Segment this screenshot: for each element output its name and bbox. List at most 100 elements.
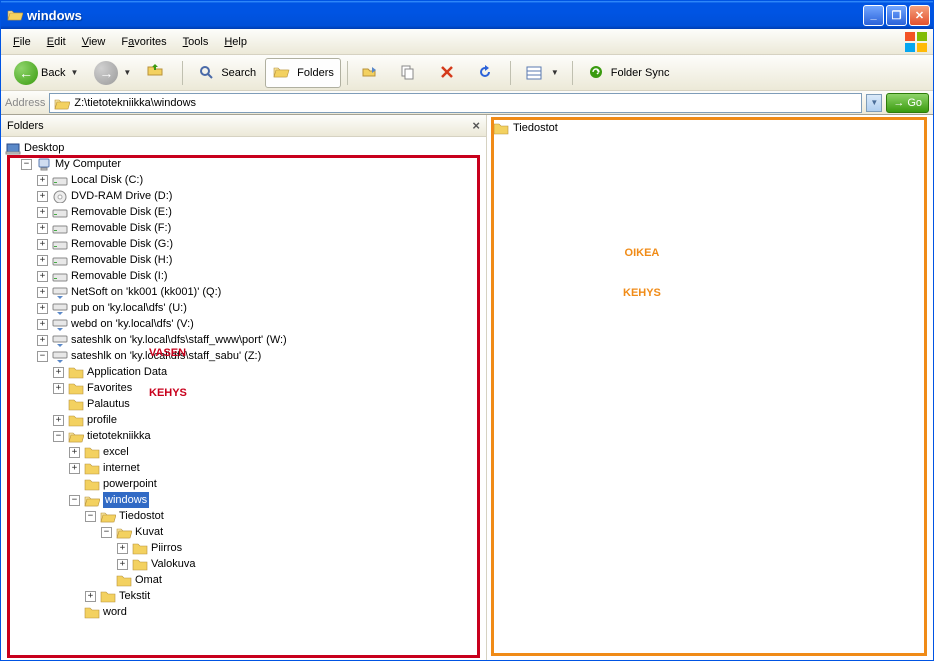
content-pane[interactable]: Tiedostot OIKEAKEHYS [487, 115, 933, 660]
tree-internet[interactable]: +internet [69, 460, 482, 476]
expand-icon[interactable]: + [53, 367, 64, 378]
collapse-icon[interactable]: − [53, 431, 64, 442]
tree-palautus[interactable]: Palautus [53, 396, 482, 412]
expand-icon[interactable]: + [85, 591, 96, 602]
expand-icon[interactable]: + [37, 239, 48, 250]
separator [572, 61, 573, 85]
tree-drive-w[interactable]: +sateshlk on 'ky.local\dfs\staff_www\por… [37, 332, 482, 348]
tree-windows[interactable]: −windows [69, 492, 482, 508]
folder-tree[interactable]: Desktop −My Computer +Local Disk (C:) +D… [1, 137, 486, 660]
tree-omat[interactable]: Omat [101, 572, 482, 588]
client-area: Folders × Desktop −My Computer +Local Di… [1, 115, 933, 660]
back-button[interactable]: ← Back ▼ [7, 57, 85, 89]
undo-button[interactable] [468, 58, 504, 88]
folders-icon [272, 62, 294, 84]
folder-open-icon [116, 525, 132, 539]
minimize-button[interactable]: _ [863, 5, 884, 26]
titlebar[interactable]: windows _ ❐ ✕ [1, 1, 933, 29]
expand-icon[interactable]: + [37, 175, 48, 186]
folders-pane: Folders × Desktop −My Computer +Local Di… [1, 115, 487, 660]
foldersync-label: Folder Sync [611, 67, 670, 79]
menu-edit[interactable]: Edit [39, 33, 74, 51]
copyto-button[interactable] [392, 58, 428, 88]
expand-icon[interactable]: + [37, 271, 48, 282]
cd-icon [52, 189, 68, 203]
expand-icon[interactable]: + [69, 463, 80, 474]
menu-tools[interactable]: Tools [175, 33, 217, 51]
tree-tiedostot[interactable]: −Tiedostot [85, 508, 482, 524]
tree-drive-e[interactable]: +Removable Disk (E:) [37, 204, 482, 220]
tree-tekstit[interactable]: +Tekstit [85, 588, 482, 604]
menu-file[interactable]: File [5, 33, 39, 51]
tree-tietotekniikka[interactable]: −tietotekniikka [53, 428, 482, 444]
copyto-icon [399, 62, 421, 84]
expand-icon[interactable]: + [117, 559, 128, 570]
tree-piirros[interactable]: +Piirros [117, 540, 482, 556]
tree-appdata[interactable]: +Application Data [53, 364, 482, 380]
collapse-icon[interactable]: − [85, 511, 96, 522]
tree-excel[interactable]: +excel [69, 444, 482, 460]
folder-icon [68, 397, 84, 411]
menu-help[interactable]: Help [216, 33, 255, 51]
close-button[interactable]: ✕ [909, 5, 930, 26]
folder-open-icon [68, 429, 84, 443]
expand-icon[interactable]: + [37, 255, 48, 266]
tree-drive-i[interactable]: +Removable Disk (I:) [37, 268, 482, 284]
collapse-icon[interactable]: − [101, 527, 112, 538]
search-button[interactable]: Search [189, 58, 263, 88]
folders-pane-title: Folders [7, 120, 472, 132]
views-button[interactable]: ▼ [517, 58, 566, 88]
sync-icon [586, 62, 608, 84]
expand-icon[interactable]: + [37, 223, 48, 234]
expand-icon[interactable]: + [37, 287, 48, 298]
tree-drive-f[interactable]: +Removable Disk (F:) [37, 220, 482, 236]
tree-drive-v[interactable]: +webd on 'ky.local\dfs' (V:) [37, 316, 482, 332]
menu-view[interactable]: View [74, 33, 114, 51]
folders-label: Folders [297, 67, 334, 79]
expand-icon[interactable]: + [37, 207, 48, 218]
tree-powerpoint[interactable]: powerpoint [69, 476, 482, 492]
address-input[interactable]: Z:\tietotekniikka\windows [49, 93, 862, 113]
tree-drive-u[interactable]: +pub on 'ky.local\dfs' (U:) [37, 300, 482, 316]
expand-icon[interactable]: + [37, 319, 48, 330]
folders-button[interactable]: Folders [265, 58, 341, 88]
expand-icon[interactable]: + [37, 303, 48, 314]
maximize-button[interactable]: ❐ [886, 5, 907, 26]
tree-valokuva[interactable]: +Valokuva [117, 556, 482, 572]
expand-icon[interactable]: + [53, 415, 64, 426]
tree-drive-d[interactable]: +DVD-RAM Drive (D:) [37, 188, 482, 204]
up-button[interactable] [140, 58, 176, 88]
undo-icon [475, 62, 497, 84]
drive-icon [52, 253, 68, 267]
close-pane-button[interactable]: × [472, 118, 480, 133]
foldersync-button[interactable]: Folder Sync [579, 58, 677, 88]
tree-drive-c[interactable]: +Local Disk (C:) [37, 172, 482, 188]
tree-drive-q[interactable]: +NetSoft on 'kk001 (kk001)' (Q:) [37, 284, 482, 300]
forward-button[interactable]: → ▼ [87, 57, 138, 89]
expand-icon[interactable]: + [37, 191, 48, 202]
tree-favorites[interactable]: +Favorites [53, 380, 482, 396]
folder-item-tiedostot[interactable]: Tiedostot [491, 119, 929, 137]
tree-profile[interactable]: +profile [53, 412, 482, 428]
collapse-icon[interactable]: − [69, 495, 80, 506]
tree-drive-g[interactable]: +Removable Disk (G:) [37, 236, 482, 252]
tree-word[interactable]: word [69, 604, 482, 620]
address-dropdown-button[interactable]: ▼ [866, 94, 882, 112]
folder-icon [84, 445, 100, 459]
menu-favorites[interactable]: Favorites [113, 33, 174, 51]
expand-icon[interactable]: + [117, 543, 128, 554]
expand-icon[interactable]: + [53, 383, 64, 394]
go-icon: → [893, 97, 904, 109]
collapse-icon[interactable]: − [37, 351, 48, 362]
tree-desktop[interactable]: Desktop [5, 140, 482, 156]
tree-kuvat[interactable]: −Kuvat [101, 524, 482, 540]
expand-icon[interactable]: + [69, 447, 80, 458]
tree-mycomputer[interactable]: −My Computer [21, 156, 482, 172]
moveto-button[interactable] [354, 58, 390, 88]
expand-icon[interactable]: + [37, 335, 48, 346]
tree-drive-h[interactable]: +Removable Disk (H:) [37, 252, 482, 268]
collapse-icon[interactable]: − [21, 159, 32, 170]
delete-button[interactable] [430, 58, 466, 88]
tree-drive-z[interactable]: −sateshlk on 'ky.local\dfs\staff_sabu' (… [37, 348, 482, 364]
go-button[interactable]: →Go [886, 93, 929, 113]
